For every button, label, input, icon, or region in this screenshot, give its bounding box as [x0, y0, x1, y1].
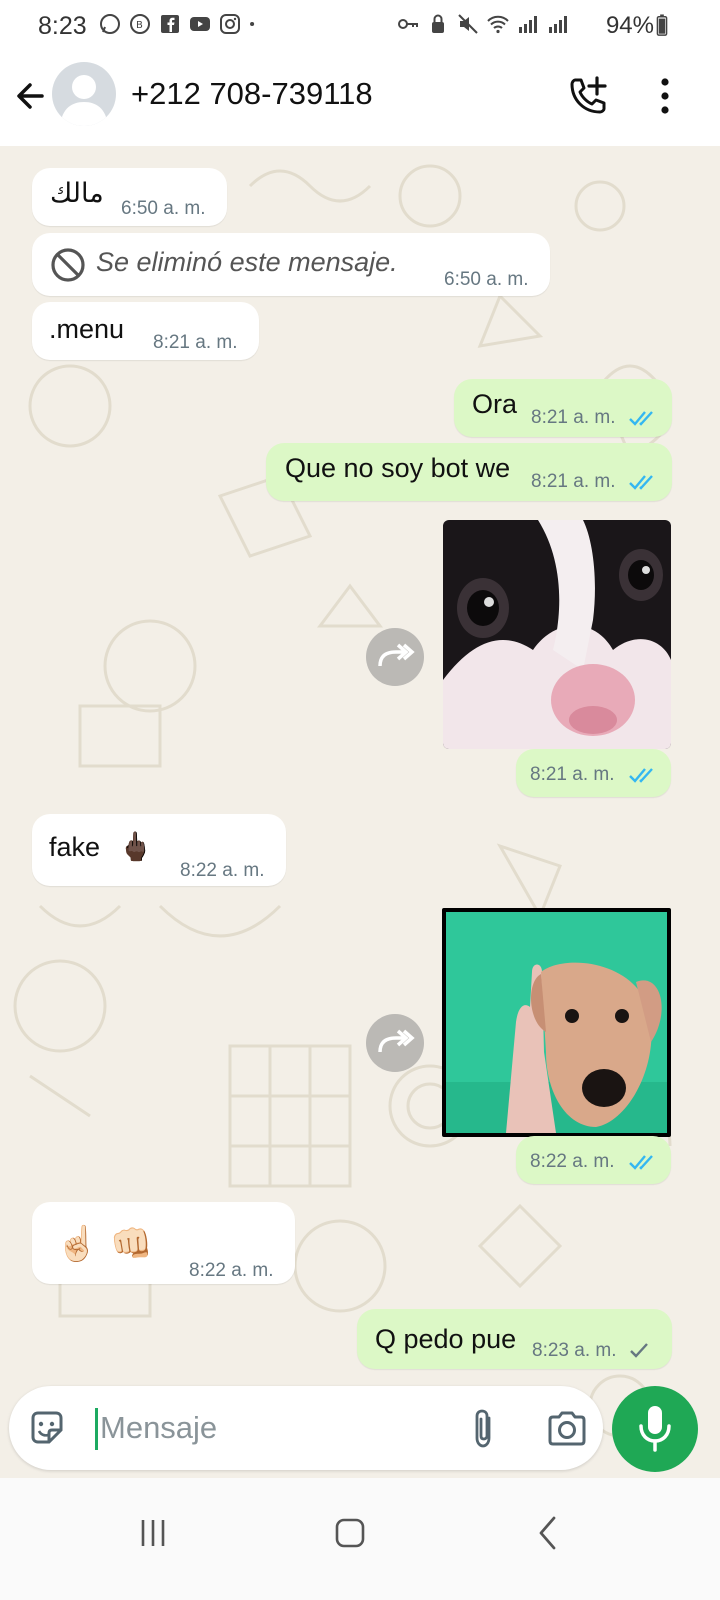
message-composer: Mensaje: [9, 1386, 603, 1470]
recent-apps-icon[interactable]: [128, 1508, 178, 1558]
message-time: 8:21 a. m.: [530, 764, 615, 785]
microphone-icon: [639, 1406, 671, 1452]
message-text: .menu: [49, 314, 125, 344]
dog-sticker[interactable]: [442, 908, 671, 1137]
read-ticks-icon: [629, 475, 653, 490]
read-ticks-icon: [629, 411, 653, 426]
cat-face-image: [443, 520, 671, 749]
forward-arrow-icon: [378, 1029, 415, 1053]
message-time: 6:50 a. m.: [444, 269, 529, 290]
message-text: Se eliminó este mensaje.: [96, 247, 398, 277]
sticker-emoji-icon[interactable]: [27, 1408, 67, 1448]
message-time: 8:21 a. m.: [531, 471, 616, 492]
message-time: 8:23 a. m.: [532, 1340, 617, 1361]
message-input[interactable]: Mensaje: [100, 1410, 217, 1446]
text-cursor: [95, 1408, 98, 1450]
home-icon[interactable]: [325, 1508, 375, 1558]
forward-arrow-icon: [378, 643, 415, 667]
chat-header: +212 708-739118: [0, 52, 720, 146]
battery-percent: 94%: [605, 12, 654, 39]
battery-icon: [656, 14, 668, 36]
more-options-icon[interactable]: [650, 74, 680, 118]
chat-area[interactable]: مالك 6:50 a. m. Se eliminó este mensaje.…: [0, 146, 720, 1478]
whatsapp-business-icon: B: [130, 14, 150, 34]
message-time: 8:21 a. m.: [153, 332, 238, 353]
system-navigation-bar: [0, 1478, 720, 1600]
facebook-icon: [161, 15, 179, 33]
incoming-message[interactable]: مالك 6:50 a. m.: [32, 168, 227, 226]
read-ticks-icon: [629, 1155, 653, 1170]
back-arrow-icon[interactable]: [12, 76, 52, 116]
outgoing-message[interactable]: Ora 8:21 a. m.: [454, 379, 672, 437]
signal-icon: [519, 16, 537, 33]
message-time: 6:50 a. m.: [121, 198, 206, 219]
sticker-time-pill: 8:22 a. m.: [516, 1136, 671, 1184]
wifi-icon: [487, 15, 509, 34]
message-text: Q pedo pue: [375, 1324, 517, 1354]
incoming-message[interactable]: .menu 8:21 a. m.: [32, 302, 259, 360]
lock-icon: [432, 14, 444, 33]
message-text: مالك: [50, 178, 104, 209]
outgoing-message[interactable]: Q pedo pue 8:23 a. m.: [357, 1309, 672, 1369]
deleted-message[interactable]: Se eliminó este mensaje. 6:50 a. m.: [32, 233, 550, 296]
incoming-message[interactable]: ☝🏻👊🏻 8:22 a. m.: [32, 1202, 295, 1284]
read-ticks-icon: [629, 768, 653, 783]
message-time: 8:22 a. m.: [189, 1260, 274, 1281]
key-icon: [398, 19, 418, 29]
contact-name[interactable]: +212 708-739118: [131, 76, 373, 112]
signal-2-icon: [549, 16, 567, 33]
battery-level: 94%: [606, 12, 668, 40]
back-nav-icon[interactable]: [523, 1508, 573, 1558]
dog-image: [446, 912, 667, 1133]
default-avatar-icon: [60, 75, 108, 126]
system-icons: [396, 12, 570, 36]
incoming-message[interactable]: fake 🖕🏿 8:22 a. m.: [32, 814, 286, 886]
forward-button[interactable]: [366, 628, 424, 686]
message-text: Que no soy bot we: [285, 453, 511, 483]
sticker-time-pill: 8:21 a. m.: [516, 749, 671, 797]
message-text: Ora: [472, 389, 518, 419]
voice-message-button[interactable]: [612, 1386, 698, 1472]
message-time: 8:22 a. m.: [180, 860, 265, 881]
forward-button[interactable]: [366, 1014, 424, 1072]
message-time: 8:21 a. m.: [531, 407, 616, 428]
sent-tick-icon: [630, 1343, 648, 1358]
message-emoji: 🖕🏿: [118, 830, 153, 863]
message-emoji: ☝🏻👊🏻: [56, 1224, 165, 1264]
status-time: 8:23: [38, 12, 87, 40]
avatar[interactable]: [52, 62, 116, 126]
cat-sticker[interactable]: [443, 520, 671, 749]
youtube-icon: [190, 17, 210, 31]
instagram-icon: [220, 14, 240, 34]
status-bar: 8:23 B 94%: [0, 0, 720, 52]
attach-clip-icon[interactable]: [463, 1406, 503, 1450]
message-time: 8:22 a. m.: [530, 1151, 615, 1172]
svg-text:B: B: [136, 20, 143, 31]
add-call-icon[interactable]: [566, 74, 610, 118]
outgoing-message[interactable]: Que no soy bot we 8:21 a. m.: [266, 443, 672, 501]
whatsapp-icon: [100, 14, 120, 34]
message-text: fake: [49, 832, 101, 862]
notification-icons: B: [98, 12, 262, 36]
more-notifications-dot-icon: [250, 21, 255, 27]
deleted-prohibited-icon: [51, 248, 85, 282]
mute-icon: [458, 14, 478, 34]
camera-icon[interactable]: [545, 1408, 589, 1448]
